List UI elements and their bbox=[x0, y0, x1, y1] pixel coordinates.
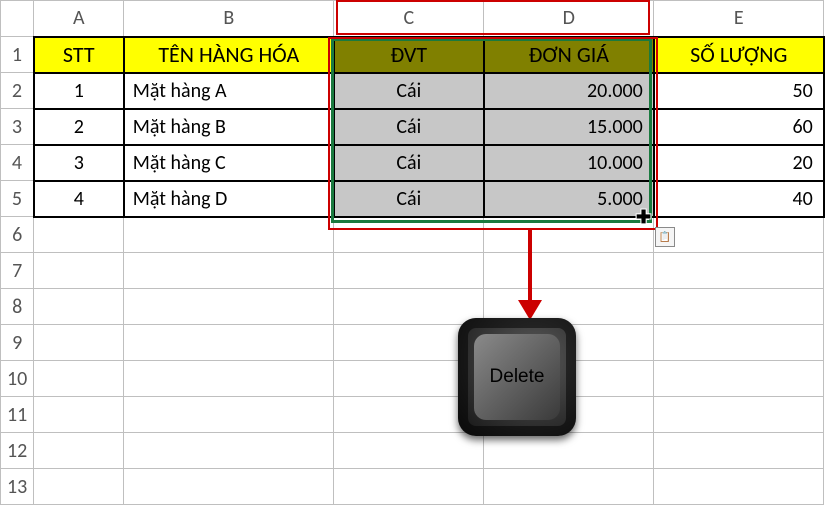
col-header-C[interactable]: C bbox=[334, 1, 484, 37]
row-header-11[interactable]: 11 bbox=[1, 397, 34, 433]
cell-A5[interactable]: 4 bbox=[34, 181, 124, 217]
row-header-2[interactable]: 2 bbox=[1, 73, 34, 109]
row-header-13[interactable]: 13 bbox=[1, 469, 34, 505]
annotation-arrow-head-icon bbox=[518, 300, 542, 320]
cell-C4[interactable]: Cái bbox=[334, 145, 484, 181]
cell-E3[interactable]: 60 bbox=[654, 109, 824, 145]
cell-D4[interactable]: 10.000 bbox=[484, 145, 654, 181]
col-header-D[interactable]: D bbox=[484, 1, 654, 37]
cell-A4[interactable]: 3 bbox=[34, 145, 124, 181]
row-header-6[interactable]: 6 bbox=[1, 217, 34, 253]
row-header-5[interactable]: 5 bbox=[1, 181, 34, 217]
row-header-12[interactable]: 12 bbox=[1, 433, 34, 469]
row-header-1[interactable]: 1 bbox=[1, 37, 34, 73]
row-header-8[interactable]: 8 bbox=[1, 289, 34, 325]
paste-options-icon[interactable]: 📋 bbox=[655, 227, 675, 247]
cell-C2[interactable]: Cái bbox=[334, 73, 484, 109]
cell-E5[interactable]: 40 bbox=[654, 181, 824, 217]
cell-E4[interactable]: 20 bbox=[654, 145, 824, 181]
cell-B4[interactable]: Mặt hàng C bbox=[124, 145, 334, 181]
cell-C1[interactable]: ĐVT bbox=[334, 37, 484, 73]
cell-D1[interactable]: ĐƠN GIÁ bbox=[484, 37, 654, 73]
cell-A2[interactable]: 1 bbox=[34, 73, 124, 109]
annotation-arrow-line bbox=[528, 230, 532, 305]
cell-C3[interactable]: Cái bbox=[334, 109, 484, 145]
col-header-A[interactable]: A bbox=[34, 1, 124, 37]
cell-D5[interactable]: 5.000 bbox=[484, 181, 654, 217]
cell-D3[interactable]: 15.000 bbox=[484, 109, 654, 145]
cell-E2[interactable]: 50 bbox=[654, 73, 824, 109]
cell-B3[interactable]: Mặt hàng B bbox=[124, 109, 334, 145]
col-header-B[interactable]: B bbox=[124, 1, 334, 37]
cell-B1[interactable]: TÊN HÀNG HÓA bbox=[124, 37, 334, 73]
row-header-7[interactable]: 7 bbox=[1, 253, 34, 289]
row-header-9[interactable]: 9 bbox=[1, 325, 34, 361]
cell-A3[interactable]: 2 bbox=[34, 109, 124, 145]
cell-B2[interactable]: Mặt hàng A bbox=[124, 73, 334, 109]
cell-B5[interactable]: Mặt hàng D bbox=[124, 181, 334, 217]
row-header-10[interactable]: 10 bbox=[1, 361, 34, 397]
row-header-3[interactable]: 3 bbox=[1, 109, 34, 145]
cell-A1[interactable]: STT bbox=[34, 37, 124, 73]
cell-C5[interactable]: Cái bbox=[334, 181, 484, 217]
cell-D2[interactable]: 20.000 bbox=[484, 73, 654, 109]
col-header-E[interactable]: E bbox=[654, 1, 824, 37]
cell-E1[interactable]: SỐ LƯỢNG bbox=[654, 37, 824, 73]
delete-key-graphic: Delete bbox=[458, 318, 576, 436]
spreadsheet-grid[interactable]: A B C D E 1 STT TÊN HÀNG HÓA ĐVT ĐƠN GIÁ… bbox=[0, 0, 825, 505]
select-all-corner[interactable] bbox=[1, 1, 34, 37]
row-header-4[interactable]: 4 bbox=[1, 145, 34, 181]
delete-key-label: Delete bbox=[474, 334, 560, 420]
